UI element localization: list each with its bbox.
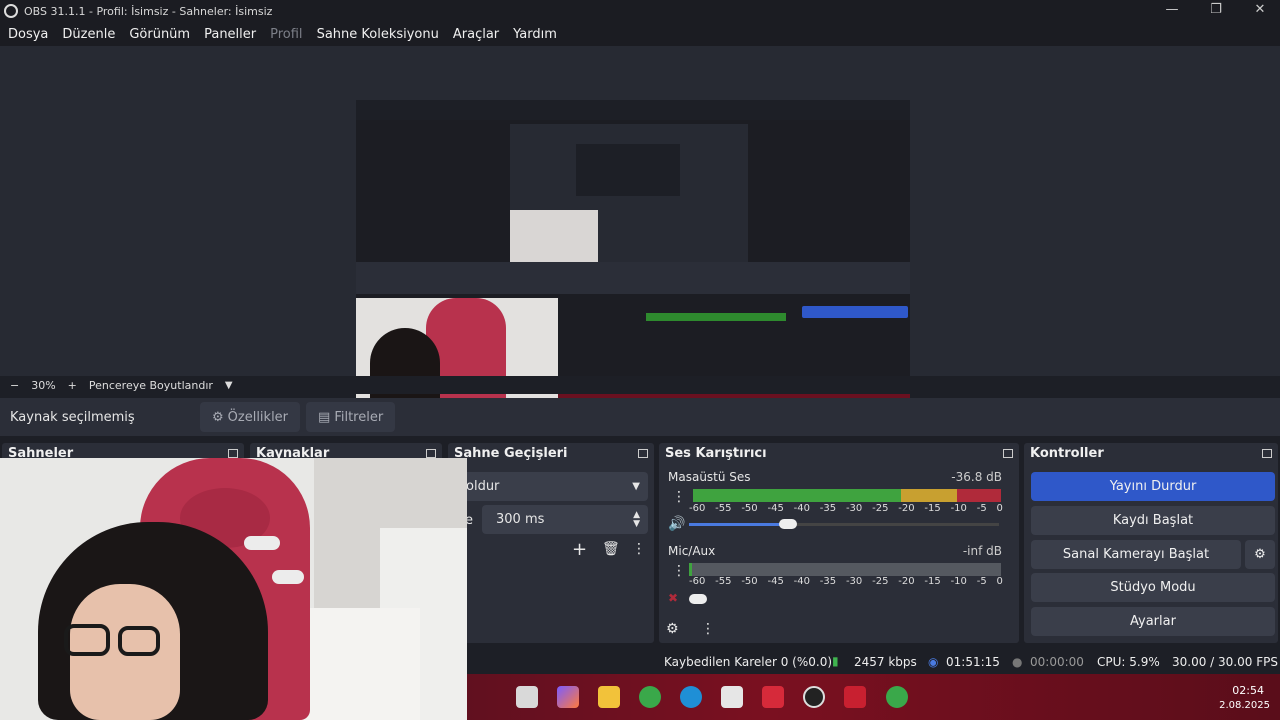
stream-time: 01:51:15 [946,655,1000,669]
mic-aux-label: Mic/Aux [668,544,716,558]
cpu-usage: CPU: 5.9% [1097,655,1160,669]
zoom-bar: − 30% + Pencereye Boyutlandır ▼ [0,376,1280,394]
app-w-icon[interactable] [762,686,784,708]
more-icon[interactable]: ⋮ [632,541,646,557]
desktop-volume-handle[interactable] [779,519,797,529]
signal-bars-icon: ▮ [832,654,839,668]
channel-menu-icon[interactable]: ⋮ [672,563,686,579]
source-toolbar: Kaynak seçilmemiş ⚙ Özellikler ▤ Filtrel… [0,398,1280,436]
title-bar: OBS 31.1.1 - Profil: İsimsiz - Sahneler:… [0,0,1280,22]
undock-icon[interactable] [426,448,436,458]
dropped-frames: Kaybedilen Kareler 0 (%0.0) [664,655,833,669]
minimize-icon[interactable]: — [1152,2,1192,20]
zoom-out-button[interactable]: − [10,379,19,392]
transitions-dock: Sahne Geçişleri oldur ▼ re 300 ms ▲▼ + 🗑… [448,443,654,643]
desktop-audio-ticks: -60 -55 -50 -45 -40 -35 -30 -25 -20 -15 -10 -5 0 [689,503,1003,514]
chevron-down-icon: ▼ [632,481,640,492]
undock-icon[interactable] [1003,448,1013,458]
menu-file[interactable]: Dosya [8,27,48,42]
advanced-audio-gear-icon[interactable]: ⚙ [666,621,679,637]
preview-area[interactable] [0,46,1280,414]
record-time: 00:00:00 [1030,655,1084,669]
chevron-up-down-icon[interactable]: ▲ ▼ [633,510,640,529]
menu-edit[interactable]: Düzenle [62,27,115,42]
mixer-title: Ses Karıştırıcı [665,445,767,461]
undock-icon[interactable] [638,448,648,458]
transition-select[interactable]: oldur ▼ [458,472,648,501]
menu-scene-collection[interactable]: Sahne Koleksiyonu [317,27,439,42]
fit-to-window-dropdown[interactable]: Pencereye Boyutlandır [89,379,213,392]
studio-mode-button[interactable]: Stüdyo Modu [1031,573,1275,602]
file-explorer-icon[interactable] [598,686,620,708]
chrome-icon[interactable] [639,686,661,708]
gear-icon: ⚙ [212,409,224,425]
menu-bar: Dosya Düzenle Görünüm Paneller Profil Sa… [0,22,1280,46]
zoom-level: 30% [31,378,56,392]
record-icon: ● [1012,655,1023,669]
undock-icon[interactable] [228,448,238,458]
speaker-icon[interactable]: 🔊 [668,516,685,532]
webcam-overlay [0,458,467,720]
edge-icon[interactable] [680,686,702,708]
virtual-camera-button[interactable]: Sanal Kamerayı Başlat [1031,540,1241,569]
chevron-down-icon[interactable]: ▼ [225,380,233,391]
filters-button[interactable]: ▤ Filtreler [306,402,396,432]
close-icon[interactable]: ✕ [1240,2,1280,20]
program-preview [356,100,910,414]
taskbar-time: 02:54 [1232,684,1264,697]
settings-button[interactable]: Ayarlar [1031,607,1275,636]
restore-icon[interactable]: ❐ [1196,2,1236,20]
trash-icon[interactable]: 🗑 [602,541,620,557]
obs-logo-icon [4,4,18,18]
mic-aux-level: -inf dB [962,544,1002,558]
desktop-audio-label: Masaüstü Ses [668,470,751,484]
start-record-button[interactable]: Kaydı Başlat [1031,506,1275,535]
taskbar-date: 2.08.2025 [1219,700,1270,711]
store-icon[interactable] [721,686,743,708]
menu-tools[interactable]: Araçlar [453,27,499,42]
channel-menu-icon[interactable]: ⋮ [672,489,686,505]
bitrate: 2457 kbps [854,655,917,669]
stop-stream-button[interactable]: Yayını Durdur [1031,472,1275,501]
window-title: OBS 31.1.1 - Profil: İsimsiz - Sahneler:… [24,4,273,18]
copilot-icon[interactable] [557,686,579,708]
add-transition-icon[interactable]: + [572,539,587,560]
fps-readout: 30.00 / 30.00 FPS [1172,655,1278,669]
menu-help[interactable]: Yardım [513,27,557,42]
duration-spinbox[interactable]: 300 ms ▲ ▼ [482,505,648,534]
mic-aux-ticks: -60 -55 -50 -45 -40 -35 -30 -25 -20 -15 -10 -5 0 [689,576,1003,587]
menu-profile[interactable]: Profil [270,27,302,42]
app-red-icon[interactable] [844,686,866,708]
filter-icon: ▤ [318,409,331,425]
nested-titlebar [356,100,910,120]
properties-button[interactable]: ⚙ Özellikler [200,402,301,432]
chrome-profile-icon[interactable] [886,686,908,708]
controls-title: Kontroller [1030,445,1104,461]
task-view-icon[interactable] [516,686,538,708]
mic-volume-handle[interactable] [689,594,707,604]
muted-mic-icon[interactable]: ✖ [668,591,678,605]
desktop-volume-slider[interactable] [689,523,789,526]
audio-mixer-dock: Ses Karıştırıcı Masaüstü Ses -36.8 dB ⋮ … [659,443,1019,643]
no-source-label: Kaynak seçilmemiş [10,409,135,425]
obs-taskbar-icon[interactable] [803,686,825,708]
glasses [64,624,110,656]
undock-icon[interactable] [1262,448,1272,458]
menu-view[interactable]: Görünüm [129,27,190,42]
mic-aux-meter [689,563,1001,576]
nested-preview [510,124,748,262]
virtual-camera-gear-icon[interactable]: ⚙ [1245,540,1275,569]
desktop-audio-meter [693,489,1001,502]
zoom-in-button[interactable]: + [68,379,77,392]
menu-docks[interactable]: Paneller [204,27,256,42]
desktop-audio-level: -36.8 dB [951,470,1002,484]
transitions-title: Sahne Geçişleri [454,445,568,461]
stream-icon: ◉ [928,655,939,669]
more-icon[interactable]: ⋮ [701,621,715,637]
nested-camera [356,298,558,414]
